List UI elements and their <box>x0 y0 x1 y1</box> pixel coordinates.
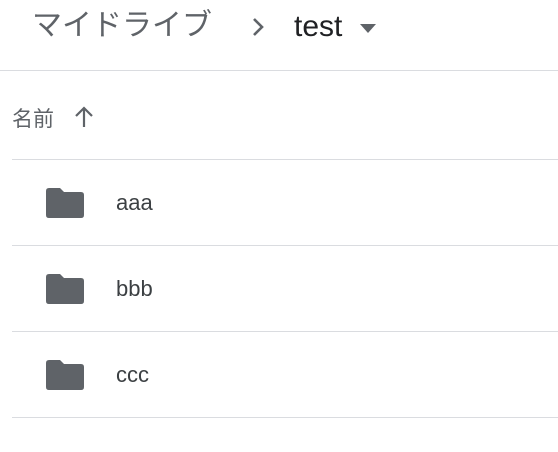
name-column-header[interactable]: 名前 <box>12 103 54 133</box>
folder-icon <box>46 273 84 304</box>
file-name: bbb <box>116 275 153 301</box>
list-column-header: 名前 <box>12 71 558 160</box>
list-item[interactable]: bbb <box>12 246 558 332</box>
chevron-right-icon <box>253 18 264 36</box>
list-item[interactable]: ccc <box>12 332 558 418</box>
list-item[interactable]: aaa <box>12 160 558 246</box>
file-name: ccc <box>116 361 149 387</box>
breadcrumb-current-folder[interactable]: test <box>294 10 377 44</box>
arrow-up-icon[interactable] <box>74 106 94 128</box>
current-folder-label: test <box>294 10 343 43</box>
arrow-drop-down-icon[interactable] <box>360 24 377 34</box>
folder-icon <box>46 187 84 218</box>
breadcrumb: マイドライブ test <box>0 0 558 71</box>
file-name: aaa <box>116 189 153 215</box>
breadcrumb-my-drive[interactable]: マイドライブ <box>32 6 212 46</box>
folder-icon <box>46 359 84 390</box>
file-list: aaa bbb ccc <box>12 160 558 418</box>
drive-file-browser: マイドライブ test 名前 aaa bbb ccc <box>0 0 558 452</box>
